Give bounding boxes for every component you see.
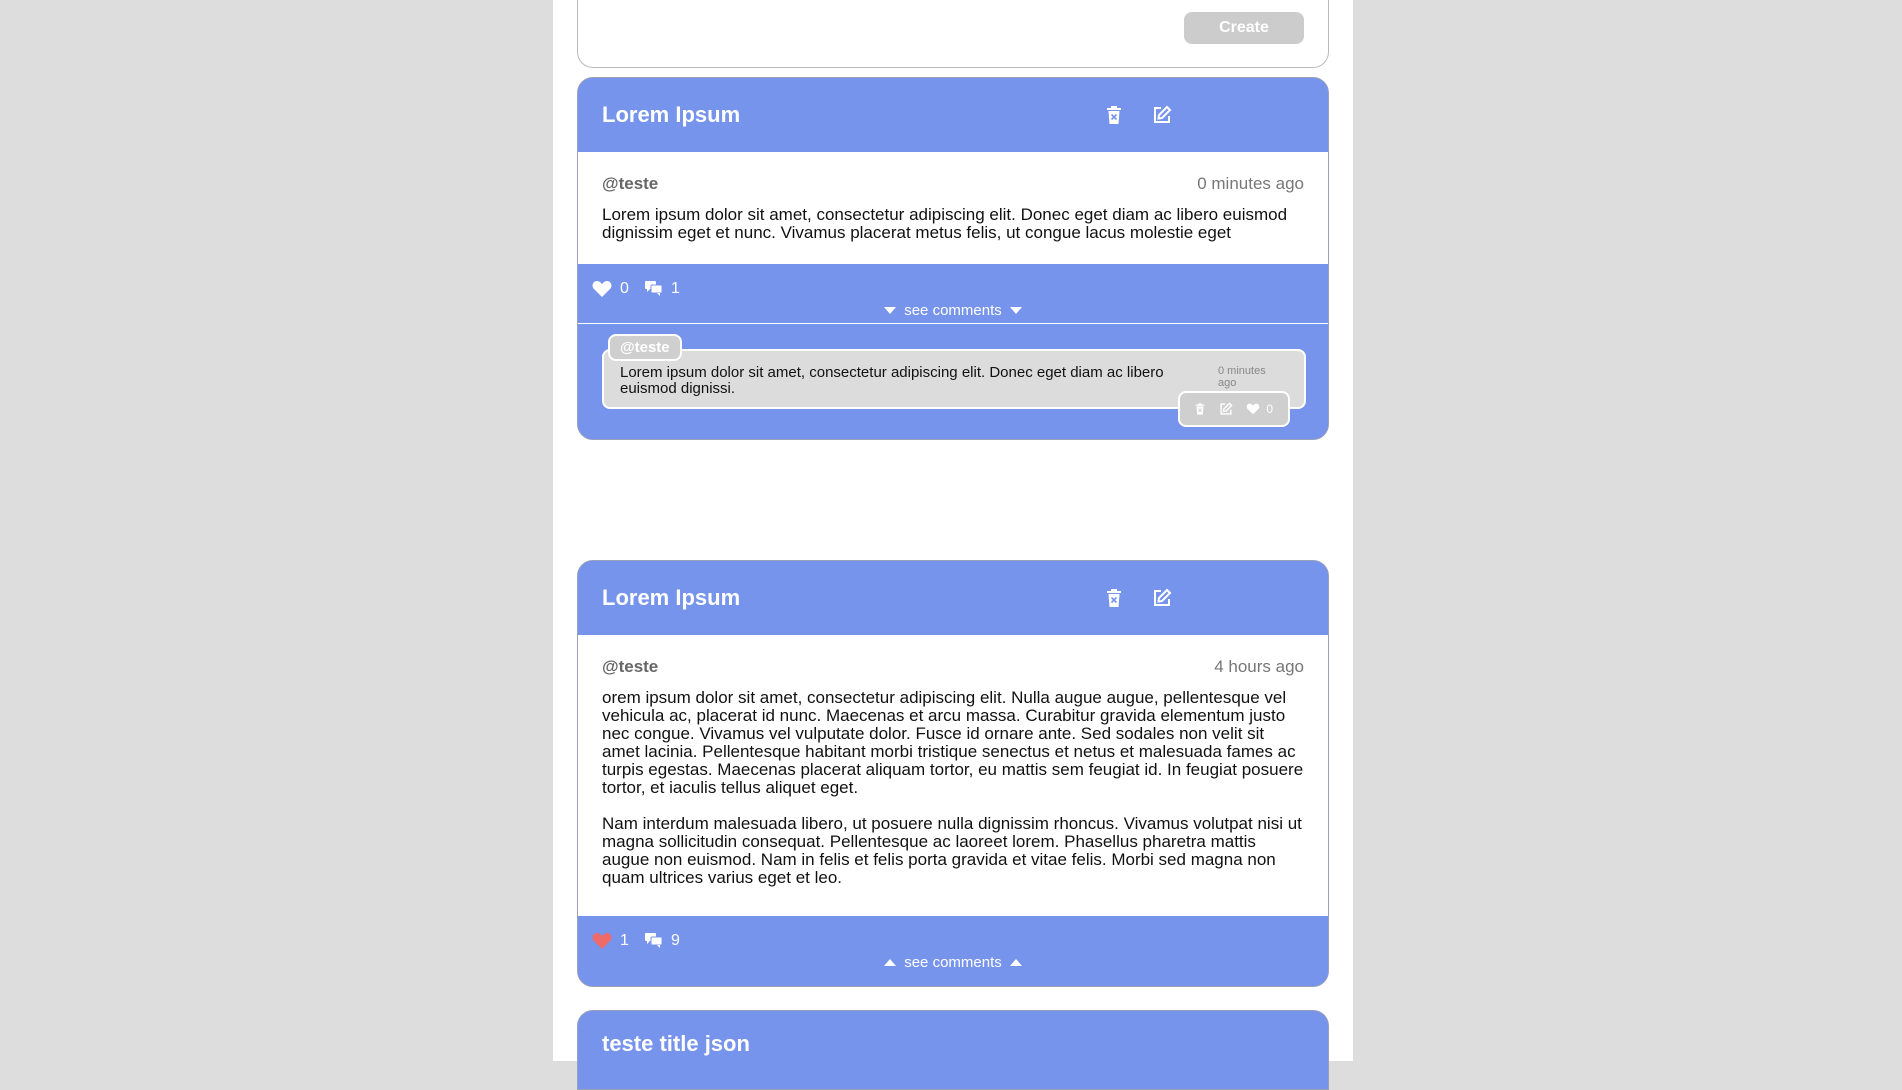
comment-count: 9	[671, 932, 680, 949]
see-comments-label: see comments	[904, 302, 1002, 319]
post-title: teste title json	[602, 1031, 750, 1056]
trash-icon[interactable]	[1195, 403, 1205, 415]
post-title: Lorem Ipsum	[602, 102, 741, 127]
post-time: 4 hours ago	[1214, 657, 1304, 676]
edit-icon[interactable]	[1150, 586, 1174, 610]
trash-icon[interactable]	[1102, 586, 1126, 610]
see-comments-label: see comments	[904, 954, 1002, 971]
edit-icon[interactable]	[1150, 103, 1174, 127]
create-button[interactable]: Create	[1184, 12, 1304, 44]
post-time: 0 minutes ago	[1197, 174, 1304, 193]
post-paragraph: orem ipsum dolor sit amet, consectetur a…	[602, 688, 1304, 797]
comment-text: Lorem ipsum dolor sit amet, consectetur …	[620, 364, 1164, 397]
comment-like-button[interactable]: 0	[1246, 402, 1273, 416]
comment-time: 0 minutes ago	[1218, 365, 1266, 389]
like-count: 0	[620, 280, 629, 297]
post-header: Lorem Ipsum	[578, 561, 1328, 635]
like-button[interactable]: 1	[592, 932, 629, 950]
post-content: orem ipsum dolor sit amet, consectetur a…	[602, 689, 1304, 887]
post-body: @teste 4 hours ago orem ipsum dolor sit …	[578, 635, 1328, 916]
post-card: teste title json	[577, 1010, 1329, 1090]
heart-icon	[592, 933, 612, 949]
like-count: 1	[620, 932, 629, 949]
comments-section: Lorem ipsum dolor sit amet, consectetur …	[578, 323, 1328, 439]
heart-icon	[1247, 403, 1260, 415]
trash-icon[interactable]	[1102, 103, 1126, 127]
post-content: Lorem ipsum dolor sit amet, consectetur …	[602, 206, 1304, 242]
post-paragraph: Nam interdum malesuada libero, ut posuer…	[602, 814, 1302, 887]
post-card: Lorem Ipsum @teste 0 minutes ago Lorem i…	[577, 77, 1329, 440]
post-card: Lorem Ipsum @teste 4 hours ago orem ipsu…	[577, 560, 1329, 987]
comments-button[interactable]: 1	[645, 280, 680, 298]
post-author[interactable]: @teste	[602, 174, 658, 194]
caret-up-icon	[884, 959, 897, 966]
post-body: @teste 0 minutes ago Lorem ipsum dolor s…	[578, 152, 1328, 264]
caret-down-icon	[884, 307, 897, 314]
see-comments-toggle[interactable]: see comments	[578, 954, 1328, 971]
comment-count: 1	[671, 280, 680, 297]
comments-icon	[645, 933, 663, 948]
heart-icon	[592, 281, 612, 297]
post-author[interactable]: @teste	[602, 657, 658, 677]
comment-actions: 0	[1178, 391, 1290, 427]
comment-author[interactable]: @teste	[608, 334, 682, 361]
see-comments-toggle[interactable]: see comments	[578, 302, 1328, 319]
post-footer: 0 1 see comments	[578, 264, 1328, 323]
comment-like-count: 0	[1266, 402, 1274, 416]
comments-button[interactable]: 9	[645, 932, 680, 950]
caret-down-icon	[1009, 307, 1022, 314]
post-paragraph: Lorem ipsum dolor sit amet, consectetur …	[602, 205, 1288, 242]
post-footer: 1 9 see comments	[578, 916, 1328, 986]
post-title: Lorem Ipsum	[602, 585, 741, 610]
feed-column: Create Lorem Ipsum @teste 0 minutes ago …	[553, 0, 1353, 1090]
comments-icon	[645, 281, 663, 296]
post-header: Lorem Ipsum	[578, 78, 1328, 152]
caret-up-icon	[1009, 959, 1022, 966]
edit-icon[interactable]	[1219, 402, 1233, 416]
post-header: teste title json	[578, 1011, 1328, 1085]
like-button[interactable]: 0	[592, 280, 629, 298]
create-post-card: Create	[577, 0, 1329, 68]
